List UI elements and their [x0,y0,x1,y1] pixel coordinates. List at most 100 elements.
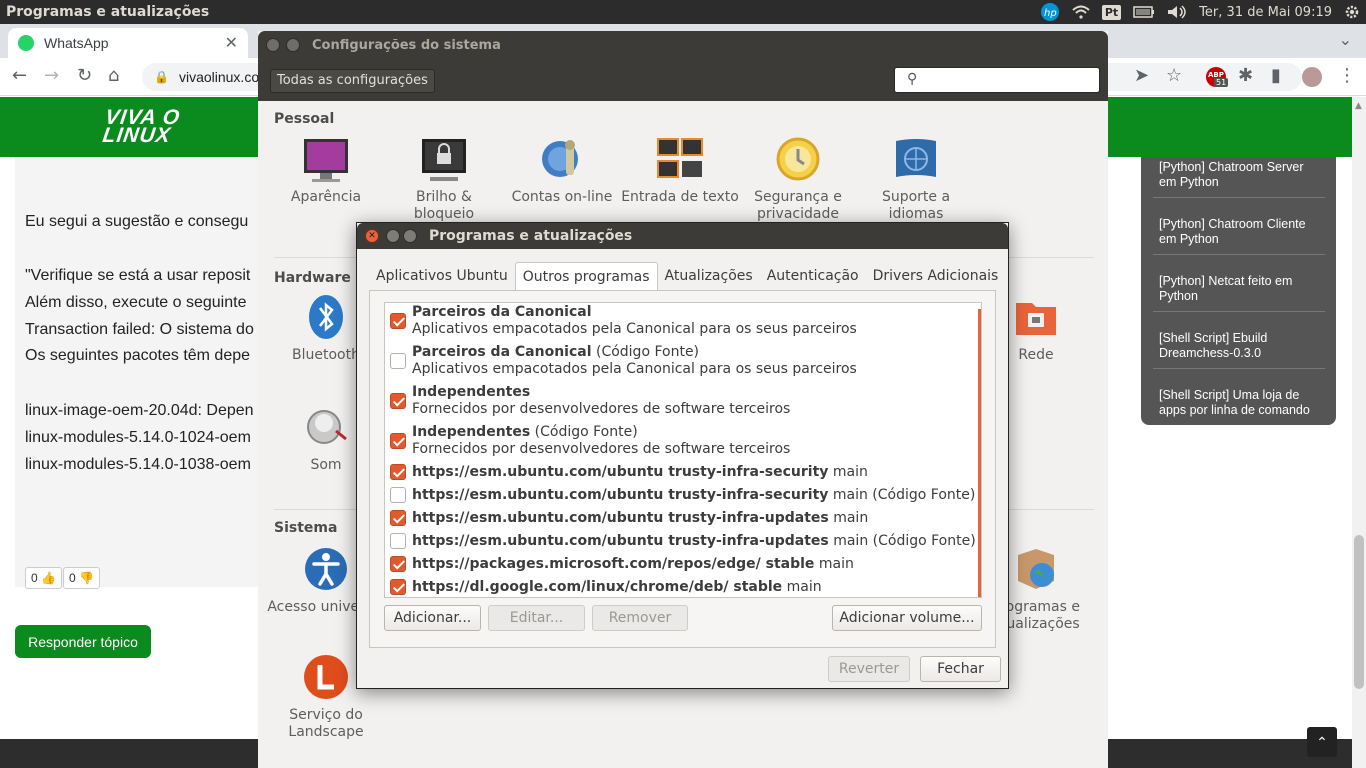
sidebar-link[interactable]: [Shell Script] Uma loja de apps por linh… [1159,388,1324,418]
send-icon[interactable]: ➤ [1134,66,1149,86]
bookmark-star-icon[interactable]: ☆ [1166,66,1182,86]
hp-icon[interactable]: hp [1034,0,1066,24]
sources-list[interactable]: Parceiros da Canonical Aplicativos empac… [384,302,982,598]
clock[interactable]: Ter, 31 de Mai 09:19 [1193,5,1338,20]
sidebar-link[interactable]: [Python] Netcat feito em Python [1159,274,1324,304]
remove-button[interactable]: Remover [592,605,688,631]
list-item[interactable]: https://esm.ubuntu.com/ubuntu trusty-inf… [385,487,977,510]
avatar[interactable] [1302,67,1322,87]
sidebar-link[interactable]: [Python] Chatroom Server em Python [1159,160,1324,190]
source-suffix: (Código Fonte) [591,344,700,360]
maximize-button[interactable] [403,229,417,243]
keyboard-layout-indicator[interactable]: Pt [1096,0,1127,24]
source-suffix: main [782,579,822,595]
tab-additional-drivers[interactable]: Drivers Adicionais [866,262,1006,290]
reply-topic-button[interactable]: Responder tópico [15,625,151,658]
active-window-title: Programas e atualizações [6,4,210,20]
reload-icon[interactable]: ↻ [77,66,92,86]
text-entry-icon [656,135,704,183]
source-checkbox[interactable] [390,393,406,409]
scroll-to-top-button[interactable]: ⌃ [1307,727,1337,757]
edit-button[interactable]: Editar... [488,605,585,631]
volume-icon[interactable] [1161,0,1193,24]
list-item[interactable]: https://dl.google.com/linux/chrome/deb/ … [385,579,977,597]
site-logo[interactable]: VIVA O LINUX [101,106,182,147]
all-settings-button[interactable]: Todas as configurações [270,69,435,93]
add-volume-button[interactable]: Adicionar volume... [832,605,982,631]
source-checkbox[interactable] [390,433,406,449]
menu-kebab-icon[interactable]: ⋮ [1338,66,1356,86]
settings-item-label: Serviço do Landscape [288,707,364,740]
close-window-button[interactable] [266,38,280,52]
side-panel-icon[interactable]: ▮ [1271,66,1281,86]
back-icon[interactable]: ← [12,66,27,86]
source-description: Aplicativos empacotados pela Canonical p… [412,321,857,337]
software-updates-icon [1012,545,1060,593]
sidebar-link[interactable]: [Python] Chatroom Cliente em Python [1159,217,1324,247]
scrollbar-thumb[interactable] [1354,535,1364,689]
close-button[interactable]: Fechar [920,656,1001,682]
list-item[interactable]: https://esm.ubuntu.com/ubuntu trusty-inf… [385,533,977,556]
source-checkbox[interactable] [390,353,406,369]
source-checkbox[interactable] [390,510,406,526]
close-icon[interactable]: ✕ [365,229,379,243]
source-checkbox[interactable] [390,313,406,329]
settings-item-security-privacy[interactable]: Segurança e privacidade [738,135,858,223]
list-item[interactable]: https://esm.ubuntu.com/ubuntu trusty-inf… [385,464,977,487]
tab-ubuntu-software[interactable]: Aplicativos Ubuntu [369,262,515,290]
list-item[interactable]: https://esm.ubuntu.com/ubuntu trusty-inf… [385,510,977,533]
tab-panel: Parceiros da Canonical Aplicativos empac… [369,290,996,648]
source-checkbox[interactable] [390,556,406,572]
source-checkbox[interactable] [390,464,406,480]
settings-item-brightness-lock[interactable]: Brilho & bloqueio [384,135,504,223]
downvote-button[interactable]: 0 👎 [63,567,100,589]
settings-item-appearance[interactable]: Aparência [266,135,386,206]
list-item[interactable]: Parceiros da Canonical Aplicativos empac… [385,304,977,344]
add-button[interactable]: Adicionar... [384,605,481,631]
extensions-puzzle-icon[interactable]: ✱ [1238,66,1253,86]
source-checkbox[interactable] [390,579,406,595]
source-checkbox[interactable] [390,533,406,549]
network-icon [1012,293,1060,341]
source-suffix: main (Código Fonte) [828,487,976,503]
tab-updates[interactable]: Atualizações [658,262,760,290]
settings-item-label: Rede [1018,347,1054,363]
browser-tab-whatsapp[interactable]: WhatsApp ✕ [8,28,248,58]
scroll-up-icon[interactable]: ▲ [1355,101,1362,111]
settings-item-label: Entrada de texto [621,189,739,205]
settings-item-language-support[interactable]: Suporte a idiomas [856,135,976,223]
close-tab-icon[interactable]: ✕ [225,33,238,53]
minimize-window-button[interactable] [286,38,300,52]
post-line: linux-image-oem-20.04d: Depen [25,402,254,419]
tab-other-software[interactable]: Outros programas [514,262,658,291]
divider [1153,368,1325,369]
settings-item-label: Brilho & bloqueio [413,189,475,222]
source-checkbox[interactable] [390,487,406,503]
adblock-extension-icon[interactable]: ABP 51 [1206,67,1229,87]
tab-authentication[interactable]: Autenticação [760,262,866,290]
whatsapp-icon [18,35,34,51]
list-scrollbar[interactable] [978,309,981,597]
source-suffix: main (Código Fonte) [828,533,976,549]
home-icon[interactable]: ⌂ [108,66,119,86]
language-support-icon [892,135,940,183]
chevron-down-icon[interactable]: ⌄ [1339,30,1352,49]
upvote-button[interactable]: 0 👍 [25,567,62,589]
settings-item-online-accounts[interactable]: Contas on-line [502,135,622,206]
source-name: Independentes [412,424,531,440]
sidebar-link[interactable]: [Shell Script] Ebuild Dreamchess-0.3.0 [1159,331,1324,361]
list-item[interactable]: Parceiros da Canonical (Código Fonte) Ap… [385,344,977,384]
list-item[interactable]: Independentes (Código Fonte) Fornecidos … [385,424,977,464]
list-item[interactable]: Independentes Fornecidos por desenvolved… [385,384,977,424]
revert-button[interactable]: Reverter [828,656,910,682]
settings-search-input[interactable]: ⚲ [894,67,1100,93]
battery-icon[interactable] [1127,0,1161,24]
settings-item-text-entry[interactable]: Entrada de texto [620,135,740,206]
forward-icon[interactable]: → [44,66,59,86]
list-item[interactable]: https://packages.microsoft.com/repos/edg… [385,556,977,579]
gear-icon[interactable] [1338,0,1366,24]
wifi-icon[interactable] [1066,0,1096,24]
page-scrollbar[interactable]: ▲ [1352,97,1366,768]
dialog-tabs: Aplicativos Ubuntu Outros programas Atua… [369,262,1006,291]
minimize-button[interactable] [386,229,400,243]
